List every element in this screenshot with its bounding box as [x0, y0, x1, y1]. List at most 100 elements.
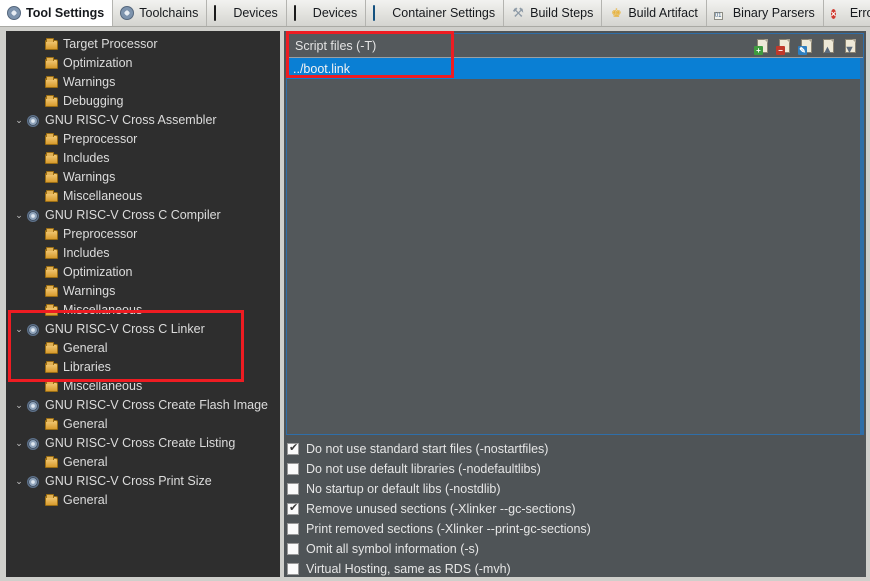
tree-item-target-processor[interactable]: Target Processor — [6, 35, 280, 54]
folder-icon — [44, 284, 60, 300]
tree-item-gnu-risc-v-cross-c-linker[interactable]: ⌄ GNU RISC-V Cross C Linker — [6, 320, 280, 339]
tree-item-optimization[interactable]: Optimization — [6, 263, 280, 282]
tree-item-general[interactable]: General — [6, 339, 280, 358]
cog-icon — [26, 436, 42, 452]
checkbox[interactable] — [287, 502, 299, 515]
tab-error[interactable]: × Error — [823, 0, 870, 26]
tree-item-label: GNU RISC-V Cross Create Listing — [45, 436, 236, 450]
option-label: Remove unused sections (-Xlinker --gc-se… — [306, 502, 576, 516]
option-row-0[interactable]: Do not use standard start files (-nostar… — [287, 439, 865, 459]
vertical-scrollbar[interactable] — [860, 58, 863, 435]
tab-build-artifact[interactable]: ♚ Build Artifact — [602, 0, 707, 26]
checkbox[interactable] — [287, 543, 299, 555]
chevron-down-icon[interactable]: ⌄ — [12, 320, 26, 339]
add-file-button[interactable]: + — [754, 38, 771, 55]
error-icon: × — [830, 9, 837, 19]
option-label: Virtual Hosting, same as RDS (-mvh) — [306, 562, 511, 576]
trophy-icon: ♚ — [610, 6, 622, 20]
tree-item-warnings[interactable]: Warnings — [6, 73, 280, 92]
script-files-listbox[interactable]: Script files (-T) + − ✎ ▲ ▼ ../boot.link — [286, 33, 864, 435]
tab-binary-parsers[interactable]: 01 Binary Parsers — [706, 0, 824, 26]
move-down-button[interactable]: ▼ — [843, 38, 859, 56]
chevron-down-icon[interactable]: ⌄ — [12, 434, 26, 453]
device-icon — [293, 5, 308, 21]
tab-devices[interactable]: Devices — [207, 0, 287, 26]
folder-icon — [44, 417, 60, 433]
edit-file-button[interactable]: ✎ — [798, 38, 815, 55]
cog-icon — [26, 398, 42, 414]
checkbox[interactable] — [287, 442, 299, 455]
tab-label: Devices — [233, 5, 278, 20]
tree-item-general[interactable]: General — [6, 453, 280, 472]
settings-tree[interactable]: Target Processor Optimization Warnings Debu… — [6, 31, 280, 577]
tab-devices[interactable]: Devices — [286, 0, 367, 26]
tab-label: Build Artifact — [628, 5, 698, 20]
tree-item-label: Optimization — [63, 56, 133, 70]
folder-icon — [44, 170, 60, 186]
checkbox[interactable] — [287, 483, 299, 495]
chevron-down-icon[interactable]: ⌄ — [12, 111, 26, 130]
delete-file-button[interactable]: − — [776, 38, 793, 55]
tree-item-includes[interactable]: Includes — [6, 244, 280, 263]
tree-item-label: Debugging — [63, 94, 124, 108]
option-row-4[interactable]: Print removed sections (-Xlinker --print… — [287, 519, 865, 539]
move-up-button[interactable]: ▲ — [821, 38, 837, 56]
checkbox[interactable] — [287, 523, 299, 535]
checkbox[interactable] — [287, 463, 299, 475]
option-row-2[interactable]: No startup or default libs (-nostdlib) — [287, 479, 865, 499]
tree-item-warnings[interactable]: Warnings — [6, 282, 280, 301]
folder-icon — [44, 303, 60, 319]
tree-item-label: GNU RISC-V Cross Print Size — [45, 474, 212, 488]
tab-toolchains[interactable]: Toolchains — [113, 0, 208, 26]
checkbox[interactable] — [287, 563, 299, 575]
chevron-down-icon[interactable]: ⌄ — [12, 206, 26, 225]
option-row-6[interactable]: Virtual Hosting, same as RDS (-mvh) — [287, 559, 865, 579]
tree-item-label: GNU RISC-V Cross Create Flash Image — [45, 398, 268, 412]
tree-item-warnings[interactable]: Warnings — [6, 168, 280, 187]
tree-item-general[interactable]: General — [6, 415, 280, 434]
script-files-toolbar: + − ✎ ▲ ▼ — [754, 36, 859, 56]
tab-label: Container Settings — [392, 5, 496, 20]
tree-item-gnu-risc-v-cross-create-flash-image[interactable]: ⌄ GNU RISC-V Cross Create Flash Image — [6, 396, 280, 415]
tree-item-preprocessor[interactable]: Preprocessor — [6, 225, 280, 244]
folder-icon — [44, 379, 60, 395]
tree-item-gnu-risc-v-cross-assembler[interactable]: ⌄ GNU RISC-V Cross Assembler — [6, 111, 280, 130]
option-row-3[interactable]: Remove unused sections (-Xlinker --gc-se… — [287, 499, 865, 519]
option-label: No startup or default libs (-nostdlib) — [306, 482, 501, 496]
tree-item-miscellaneous[interactable]: Miscellaneous — [6, 377, 280, 396]
tree-item-gnu-risc-v-cross-c-compiler[interactable]: ⌄ GNU RISC-V Cross C Compiler — [6, 206, 280, 225]
tab-build-steps[interactable]: ⚒ Build Steps — [504, 0, 603, 26]
option-row-5[interactable]: Omit all symbol information (-s) — [287, 539, 865, 559]
tree-item-label: Miscellaneous — [63, 303, 143, 317]
tab-container-settings[interactable]: Container Settings — [366, 0, 505, 26]
tree-item-label: Includes — [63, 151, 110, 165]
tree-item-gnu-risc-v-cross-print-size[interactable]: ⌄ GNU RISC-V Cross Print Size — [6, 472, 280, 491]
tree-item-label: Warnings — [63, 284, 116, 298]
tree-item-gnu-risc-v-cross-create-listing[interactable]: ⌄ GNU RISC-V Cross Create Listing — [6, 434, 280, 453]
script-file-row[interactable]: ../boot.link — [287, 58, 863, 79]
script-files-header-label: Script files (-T) — [295, 38, 377, 53]
tree-item-label: Warnings — [63, 75, 116, 89]
folder-icon — [44, 56, 60, 72]
chevron-down-icon[interactable]: ⌄ — [12, 472, 26, 491]
tree-item-label: Miscellaneous — [63, 189, 143, 203]
container-icon — [373, 5, 387, 21]
tree-item-debugging[interactable]: Debugging — [6, 92, 280, 111]
tree-item-libraries[interactable]: Libraries — [6, 358, 280, 377]
tree-item-label: General — [63, 417, 108, 431]
tree-item-miscellaneous[interactable]: Miscellaneous — [6, 187, 280, 206]
tree-item-general[interactable]: General — [6, 491, 280, 510]
cog-icon — [26, 474, 42, 490]
tree-item-includes[interactable]: Includes — [6, 149, 280, 168]
tree-item-miscellaneous[interactable]: Miscellaneous — [6, 301, 280, 320]
chevron-down-icon[interactable]: ⌄ — [12, 396, 26, 415]
tree-item-label: GNU RISC-V Cross Assembler — [45, 113, 217, 127]
folder-icon — [44, 189, 60, 205]
tree-item-optimization[interactable]: Optimization — [6, 54, 280, 73]
tab-label: Devices — [312, 5, 358, 20]
tree-item-preprocessor[interactable]: Preprocessor — [6, 130, 280, 149]
folder-icon — [44, 37, 60, 53]
gear-blue-icon — [120, 6, 135, 20]
option-row-1[interactable]: Do not use default libraries (-nodefault… — [287, 459, 865, 479]
tab-tool-settings[interactable]: Tool Settings — [0, 0, 114, 26]
